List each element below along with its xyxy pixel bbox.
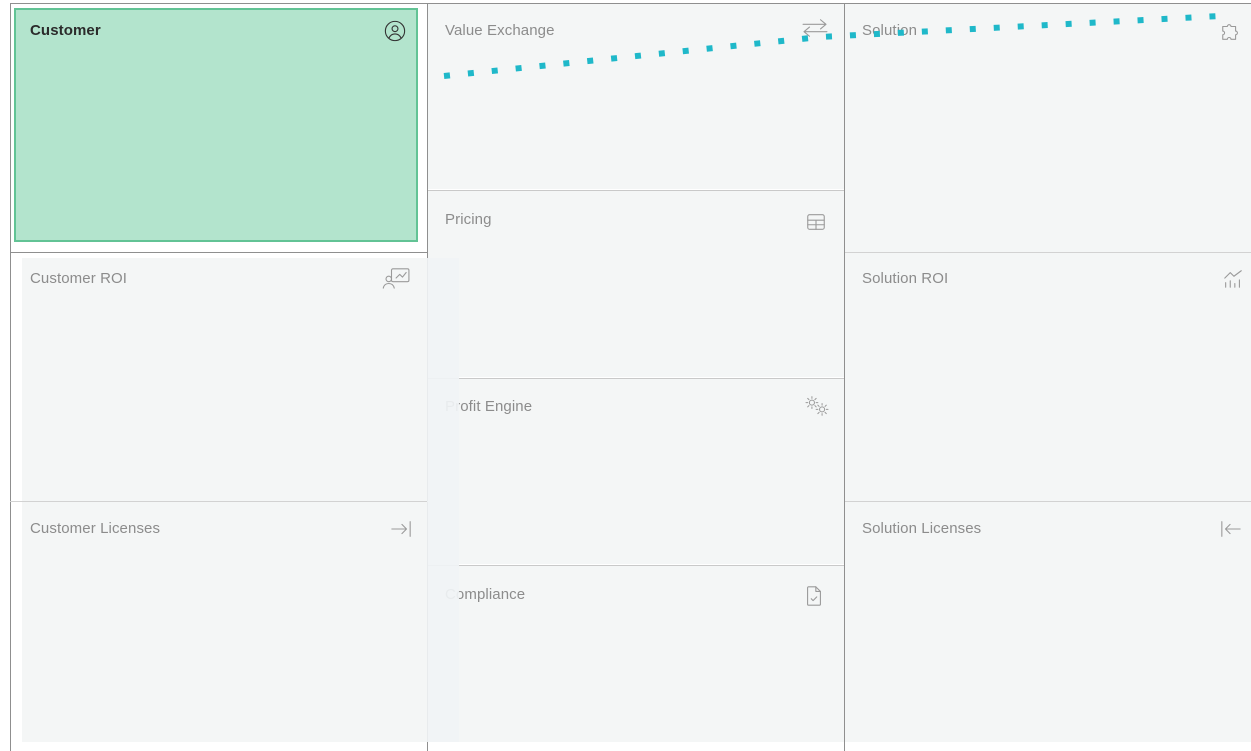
customer-roi-panel[interactable]: Customer ROI (22, 258, 427, 501)
business-canvas: Customer Value Exchange Solution Pricing… (0, 0, 1251, 751)
customer-panel[interactable]: Customer (14, 8, 418, 242)
customer-licenses-title: Customer Licenses (30, 520, 161, 537)
customer-roi-title: Customer ROI (30, 270, 128, 287)
profit-engine-panel[interactable]: Profit Engine (428, 378, 844, 564)
gears-icon (802, 394, 832, 418)
customer-licenses-panel[interactable]: Customer Licenses (22, 502, 427, 742)
pricing-title: Pricing (445, 211, 492, 228)
solution-roi-panel[interactable]: Solution ROI (845, 253, 1251, 501)
arrow-left-from-bar-icon (1219, 517, 1243, 541)
customer-title: Customer (30, 22, 101, 39)
grid-line-row1 (10, 252, 428, 253)
user-circle-icon (383, 19, 407, 43)
swap-arrows-icon (800, 16, 830, 40)
value-exchange-title: Value Exchange (445, 22, 555, 39)
bar-chart-trend-icon (1221, 267, 1245, 291)
pricing-panel[interactable]: Pricing (428, 190, 844, 377)
puzzle-icon (1219, 20, 1243, 44)
solution-title: Solution (862, 22, 918, 39)
solution-roi-title: Solution ROI (862, 270, 949, 287)
compliance-panel[interactable]: Compliance (428, 565, 844, 742)
solution-licenses-panel[interactable]: Solution Licenses (845, 502, 1251, 742)
drag-ghost-strip (427, 258, 459, 742)
table-icon (804, 210, 828, 234)
arrow-right-to-bar-icon (389, 517, 413, 541)
presentation-user-icon (381, 266, 413, 290)
document-check-icon (802, 584, 826, 608)
solution-panel[interactable]: Solution (845, 4, 1251, 252)
grid-line-left (10, 3, 11, 751)
solution-licenses-title: Solution Licenses (862, 520, 982, 537)
value-exchange-panel[interactable]: Value Exchange (428, 4, 844, 189)
